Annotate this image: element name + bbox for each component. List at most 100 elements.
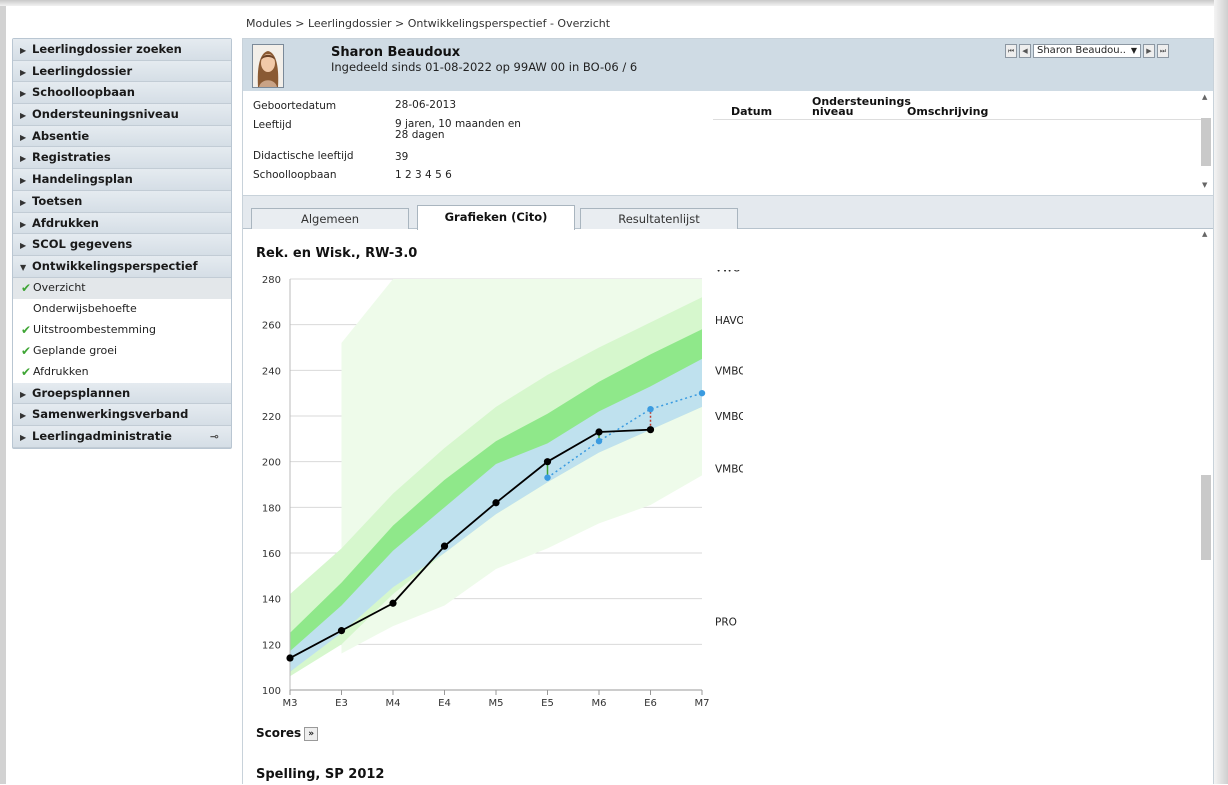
first-student-icon[interactable]: ⏮ (1005, 44, 1017, 58)
info-label-age: Leeftijd (253, 119, 292, 131)
scroll-up-icon[interactable]: ▲ (1202, 93, 1207, 101)
level-label: VWO (715, 270, 741, 275)
x-tick-label: M6 (592, 698, 607, 709)
tab-algemeen[interactable]: Algemeen (251, 208, 409, 229)
expand-triangle-icon: ▶ (20, 241, 27, 251)
sidebar-item-label: Samenwerkingsverband (32, 407, 189, 422)
sidebar-subitem-uitstroombestemming[interactable]: ✔ Uitstroombestemming (13, 319, 231, 341)
expand-triangle-icon: ▶ (20, 89, 27, 99)
info-scrollbar[interactable]: ▲ ▼ (1201, 93, 1211, 193)
student-score-point (492, 499, 500, 507)
sidebar-item-label: Leerlingdossier zoeken (32, 42, 182, 56)
next-student-icon[interactable]: ▶ (1143, 44, 1155, 58)
expand-triangle-icon: ▶ (20, 219, 27, 229)
student-score-point (595, 428, 603, 436)
scores-toggle[interactable]: Scores» (256, 726, 319, 741)
chart-title: Rek. en Wisk., RW-3.0 (256, 246, 418, 261)
window-shadow-top (0, 0, 1228, 6)
x-tick-label: M3 (283, 698, 298, 709)
student-score-point (286, 654, 294, 662)
info-school-career: 1 2 3 4 5 6 (395, 169, 452, 181)
sidebar-item-absentie[interactable]: ▶ Absentie (13, 125, 231, 148)
tab-grafieken[interactable]: Grafieken (Cito) (417, 205, 575, 230)
last-student-icon[interactable]: ⏭ (1157, 44, 1169, 58)
info-age-line2: 28 dagen (395, 129, 445, 141)
scrollbar-thumb[interactable] (1201, 475, 1211, 560)
tab-resultatenlijst[interactable]: Resultatenlijst (580, 208, 738, 229)
sidebar-item-leerlingadministratie[interactable]: ▶ Leerlingadministratie ⊸ (13, 425, 231, 448)
sidebar-item-label: Toetsen (32, 193, 83, 208)
y-tick-label: 260 (262, 321, 281, 332)
sidebar-subitem-label: Onderwijsbehoefte (33, 301, 137, 315)
collapse-triangle-icon: ▼ (20, 262, 27, 272)
sidebar-item-samenwerkingsverband[interactable]: ▶ Samenwerkingsverband (13, 404, 231, 426)
sidebar-item-scol-gegevens[interactable]: ▶ SCOL gegevens (13, 234, 231, 256)
x-tick-label: E5 (541, 698, 554, 709)
expand-down-icon[interactable]: » (304, 726, 319, 741)
sidebar-item-label: Registraties (32, 150, 111, 165)
sidebar-subitem-label: Afdrukken (33, 364, 89, 378)
expand-triangle-icon: ▶ (20, 432, 27, 442)
key-icon: ⊸ (209, 429, 219, 443)
student-score-point (543, 458, 552, 466)
y-tick-label: 100 (262, 686, 281, 697)
expand-triangle-icon: ▶ (20, 132, 27, 142)
window-left-border (0, 6, 6, 784)
sidebar-item-afdrukken[interactable]: ▶ Afdrukken (13, 212, 231, 235)
checkmark-icon: ✔ (21, 364, 32, 379)
info-birthdate: 28-06-2013 (395, 99, 457, 111)
expand-triangle-icon: ▶ (20, 176, 27, 186)
sidebar-item-groepsplannen[interactable]: ▶ Groepsplannen (13, 382, 231, 405)
sidebar-item-ondersteuningsniveau[interactable]: ▶ Ondersteuningsniveau (13, 104, 231, 126)
sidebar-item-handelingsplan[interactable]: ▶ Handelingsplan (13, 169, 231, 191)
info-label-birthdate: Geboortedatum (253, 100, 337, 112)
sidebar-item-label: Groepsplannen (32, 385, 131, 400)
expand-triangle-icon: ▶ (20, 111, 27, 121)
student-score-point (337, 627, 346, 635)
expand-triangle-icon: ▶ (20, 67, 27, 77)
y-tick-label: 180 (262, 503, 281, 514)
level-label: VMBO-G/T (715, 365, 743, 377)
sidebar-item-toetsen[interactable]: ▶ Toetsen (13, 190, 231, 213)
info-didactic-age: 39 (395, 151, 409, 163)
sidebar-item-registraties[interactable]: ▶ Registraties (13, 147, 231, 170)
main-panel: Sharon Beaudoux Ingedeeld sinds 01-08-20… (242, 38, 1214, 785)
sidebar-item-leerlingdossier[interactable]: ▶ Leerlingdossier (13, 60, 231, 83)
x-tick-label: M7 (695, 698, 710, 709)
avatar (252, 44, 284, 88)
sidebar-item-label: SCOL gegevens (32, 237, 133, 252)
sidebar-subitem-geplande-groei[interactable]: ✔ Geplande groei (13, 340, 231, 362)
column-header-datum: Datum (731, 105, 773, 118)
content-scrollbar[interactable]: ▲ (1201, 230, 1211, 785)
student-select[interactable]: Sharon Beaudou.. ▼ (1033, 44, 1141, 58)
sidebar-item-ontwikkelingsperspectief[interactable]: ▼ Ontwikkelingsperspectief (13, 255, 231, 278)
info-label-didactic-age: Didactische leeftijd (253, 150, 354, 162)
scrollbar-thumb[interactable] (1201, 118, 1211, 166)
checkmark-icon: ✔ (21, 322, 32, 337)
checkmark-icon: ✔ (21, 280, 32, 295)
info-label-school-career: Schoolloopbaan (253, 169, 337, 181)
level-label: VMBO-B (715, 464, 743, 476)
sidebar-item-schoolloopbaan[interactable]: ▶ Schoolloopbaan (13, 82, 231, 105)
planned-point (647, 405, 654, 413)
previous-student-icon[interactable]: ◀ (1019, 44, 1031, 58)
scroll-down-icon[interactable]: ▼ (1202, 181, 1207, 189)
x-tick-label: E3 (335, 698, 348, 709)
sidebar-item-leerlingdossier-zoeken[interactable]: ▶ Leerlingdossier zoeken (13, 39, 231, 61)
y-tick-label: 280 (262, 275, 281, 286)
y-tick-label: 240 (262, 366, 281, 377)
student-enrollment: Ingedeeld sinds 01-08-2022 op 99AW 00 in… (331, 60, 638, 74)
sidebar-subitem-onderwijsbehoefte[interactable]: Onderwijsbehoefte (13, 298, 231, 320)
sidebar-subitem-afdrukken[interactable]: ✔ Afdrukken (13, 361, 231, 383)
student-navigator: ⏮ ◀ Sharon Beaudou.. ▼ ▶ ⏭ (1005, 44, 1169, 60)
level-label: VMBO-B/K (715, 411, 743, 423)
sidebar-subitem-label: Geplande groei (33, 343, 118, 357)
student-score-point (389, 599, 397, 607)
planned-point (544, 474, 551, 481)
sidebar-subitem-overzicht[interactable]: ✔ Overzicht (13, 277, 231, 299)
student-name: Sharon Beaudoux (331, 45, 461, 60)
sidebar-subitem-label: Overzicht (33, 280, 86, 294)
scroll-up-icon[interactable]: ▲ (1202, 230, 1207, 238)
expand-triangle-icon: ▶ (20, 46, 27, 55)
y-tick-label: 160 (262, 549, 281, 560)
